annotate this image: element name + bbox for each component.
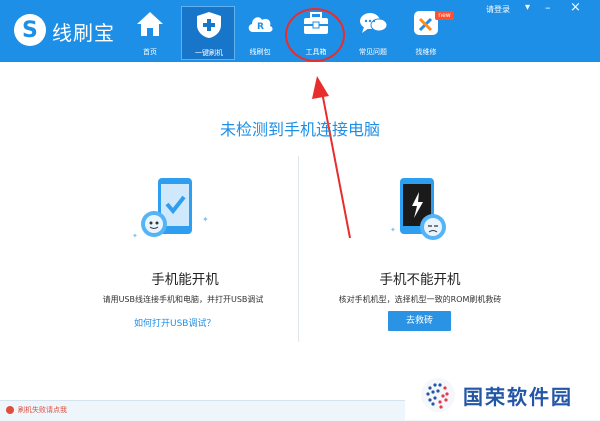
annotation-arrow xyxy=(312,76,351,239)
panel-divider xyxy=(298,156,299,342)
dropdown-icon[interactable]: ▾ xyxy=(525,2,530,13)
login-link[interactable]: 请登录 xyxy=(486,4,510,15)
home-icon xyxy=(137,12,163,36)
nav-repair-label: 找维修 xyxy=(415,48,437,56)
nav-faq[interactable]: 常见问题 xyxy=(346,6,400,60)
right-panel-description: 核对手机机型，选择机型一致的ROM刷机救砖 xyxy=(338,295,502,304)
globe-logo-icon xyxy=(421,378,455,412)
phone-dead-illustration: ✦ xyxy=(390,178,446,240)
nav-rom-label: 线刷包 xyxy=(249,48,271,56)
nav-flash-label: 一键刷机 xyxy=(195,49,223,57)
page-title: 未检测到手机连接电脑 xyxy=(219,120,380,139)
watermark-text: 国荣软件园 xyxy=(463,385,573,409)
title-bar: S 线刷宝 首页 一键刷机 R 线刷包 工具箱 常见问题 找维修 new 请登录… xyxy=(0,0,600,62)
error-icon xyxy=(6,406,14,414)
annotation-circle xyxy=(285,8,345,62)
nav-rom[interactable]: R 线刷包 xyxy=(233,6,287,60)
svg-text:R: R xyxy=(257,22,264,32)
nav-flash[interactable]: 一键刷机 xyxy=(181,6,235,60)
usb-debug-help-link[interactable]: 如何打开USB调试？ xyxy=(134,316,215,329)
nav-home-label: 首页 xyxy=(143,48,157,56)
watermark: 国荣软件园 xyxy=(405,370,600,420)
close-button[interactable]: × xyxy=(570,0,581,15)
svg-text:✦: ✦ xyxy=(132,232,138,240)
svg-text:✦: ✦ xyxy=(390,226,396,234)
minimize-button[interactable]: – xyxy=(545,1,551,14)
app-name: 线刷宝 xyxy=(52,21,115,45)
new-badge: new xyxy=(435,11,454,20)
unbrick-button[interactable]: 去救砖 xyxy=(388,311,451,331)
svg-text:✦: ✦ xyxy=(202,215,209,224)
chat-bubbles-icon xyxy=(360,13,388,33)
nav-faq-label: 常见问题 xyxy=(359,48,387,56)
left-panel-title: 手机能开机 xyxy=(151,272,219,288)
phone-check-illustration: ✦ ✦ xyxy=(132,178,209,240)
shield-plus-icon xyxy=(197,12,221,38)
app-logo-icon: S xyxy=(14,14,46,46)
nav-home[interactable]: 首页 xyxy=(123,6,177,60)
right-panel-title: 手机不能开机 xyxy=(379,272,461,288)
cloud-rom-icon: R xyxy=(248,17,273,32)
flash-failed-link[interactable]: 刷机失败请点我 xyxy=(18,405,67,415)
